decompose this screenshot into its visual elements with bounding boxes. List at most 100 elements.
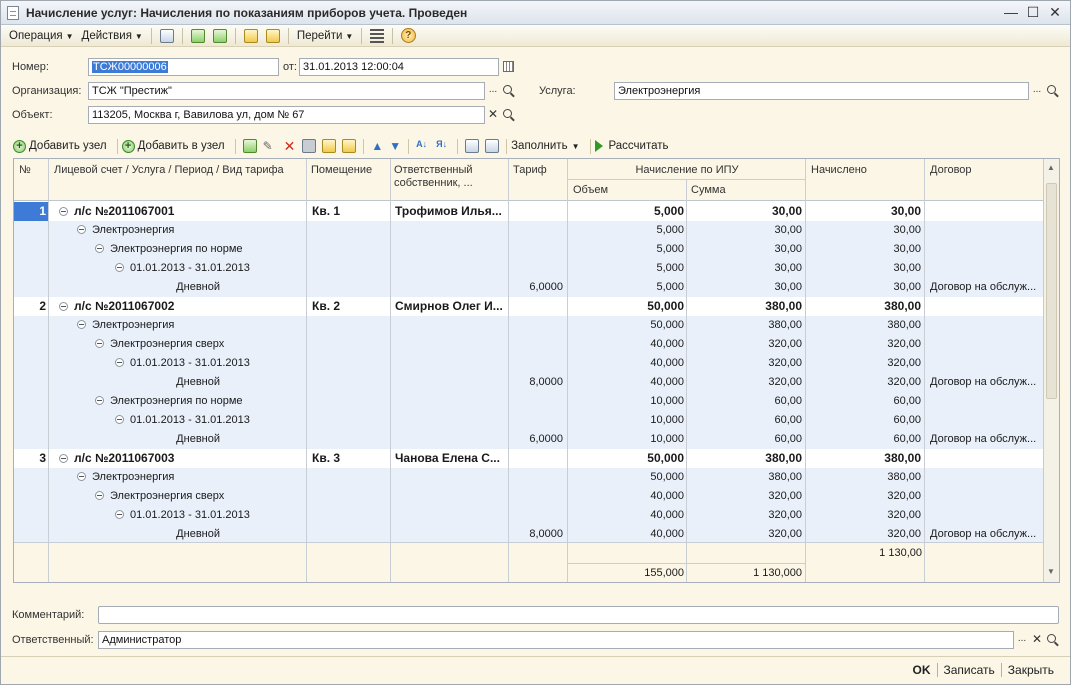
object-field[interactable]: 113205, Москва г, Вавилова ул, дом № 67: [88, 106, 485, 124]
table-row[interactable]: Дневной 6,0000 10,000 60,00 60,00 Договор на …: [14, 430, 1044, 449]
collapse-node-icon[interactable]: [77, 472, 86, 481]
vertical-scrollbar[interactable]: ▲ ▼: [1043, 159, 1059, 582]
header-owner[interactable]: Ответственный собственник, ...: [394, 164, 504, 190]
collapse-node-icon[interactable]: [59, 207, 68, 216]
table-row[interactable]: 1 л/с №2011067001 Кв. 1 Трофимов Илья... 5,0…: [14, 202, 1044, 221]
delete-icon[interactable]: ✕: [284, 138, 296, 155]
scroll-up-icon[interactable]: ▲: [1047, 163, 1055, 172]
unpost-document-icon[interactable]: [264, 27, 282, 45]
collapse-node-icon[interactable]: [115, 263, 124, 272]
table-row[interactable]: Электроэнергия по норме 5,000 30,00 30,00: [14, 240, 1044, 259]
row-tariff: [509, 221, 563, 240]
expand-icon[interactable]: [322, 139, 337, 153]
table-row[interactable]: Электроэнергия 5,000 30,00 30,00: [14, 221, 1044, 240]
ok-button[interactable]: OK: [907, 663, 937, 677]
add-row-icon[interactable]: [242, 139, 257, 153]
table-row[interactable]: 01.01.2013 - 31.01.2013 40,000 320,00 320,0…: [14, 354, 1044, 373]
object-search-icon[interactable]: [503, 109, 512, 118]
row-name: 01.01.2013 - 31.01.2013: [130, 509, 250, 521]
collapse-node-icon[interactable]: [77, 225, 86, 234]
post-and-close-icon[interactable]: [158, 27, 176, 45]
edit-pencil-icon[interactable]: ✎: [263, 139, 277, 153]
number-field[interactable]: ТСЖ00000006: [88, 58, 279, 76]
header-charged[interactable]: Начислено: [811, 164, 867, 176]
collapse-node-icon[interactable]: [115, 358, 124, 367]
close-window-button[interactable]: ✕: [1046, 3, 1064, 21]
table-row[interactable]: Электроэнергия сверх 40,000 320,00 320,00: [14, 487, 1044, 506]
organization-field[interactable]: ТСЖ "Престиж": [88, 82, 485, 100]
scroll-thumb[interactable]: [1046, 183, 1057, 399]
header-tariff[interactable]: Тариф: [513, 164, 547, 176]
toolbar-separator: [181, 27, 183, 44]
table-row[interactable]: 2 л/с №2011067002 Кв. 2 Смирнов Олег И... 50…: [14, 297, 1044, 316]
copy-icon[interactable]: [211, 27, 229, 45]
comment-field[interactable]: [98, 606, 1059, 624]
table-row[interactable]: Электроэнергия 50,000 380,00 380,00: [14, 468, 1044, 487]
organization-select-button[interactable]: ...: [486, 82, 500, 100]
table-row[interactable]: 3 л/с №2011067003 Кв. 3 Чанова Елена С... 50…: [14, 449, 1044, 468]
print-icon[interactable]: [465, 139, 480, 153]
header-volume[interactable]: Объем: [573, 184, 608, 196]
reread-icon[interactable]: [189, 27, 207, 45]
date-field[interactable]: 31.01.2013 12:00:04: [299, 58, 499, 76]
table-row[interactable]: 01.01.2013 - 31.01.2013 10,000 60,00 60,00: [14, 411, 1044, 430]
responsible-clear-icon[interactable]: ✕: [1030, 631, 1044, 649]
header-room[interactable]: Помещение: [311, 164, 372, 176]
help-icon[interactable]: ?: [399, 27, 417, 45]
operation-menu[interactable]: Операция ▼: [5, 30, 78, 42]
table-row[interactable]: Дневной 6,0000 5,000 30,00 30,00 Договор на о…: [14, 278, 1044, 297]
sort-asc-icon[interactable]: A↓: [416, 139, 430, 153]
object-clear-icon[interactable]: ✕: [486, 106, 500, 124]
responsible-field[interactable]: Администратор: [98, 631, 1014, 649]
collapse-node-icon[interactable]: [115, 510, 124, 519]
post-document-icon[interactable]: [242, 27, 260, 45]
fill-menu[interactable]: Заполнить ▼: [511, 140, 579, 152]
collapse-node-icon[interactable]: [115, 415, 124, 424]
move-up-icon[interactable]: ▲: [371, 139, 383, 153]
settings-icon[interactable]: [485, 139, 500, 153]
responsible-select-button[interactable]: ...: [1015, 631, 1029, 649]
table-row[interactable]: 01.01.2013 - 31.01.2013 5,000 30,00 30,00: [14, 259, 1044, 278]
sort-desc-icon[interactable]: Я↓: [436, 139, 450, 153]
move-down-icon[interactable]: ▼: [389, 139, 401, 153]
header-num[interactable]: №: [19, 164, 31, 176]
service-select-button[interactable]: ...: [1030, 82, 1044, 100]
calculate-button[interactable]: Рассчитать: [594, 140, 669, 152]
structure-icon[interactable]: [368, 27, 386, 45]
responsible-search-icon[interactable]: [1047, 634, 1056, 643]
scroll-down-icon[interactable]: ▼: [1047, 567, 1055, 576]
table-row[interactable]: Дневной 8,0000 40,000 320,00 320,00 Договор н…: [14, 373, 1044, 392]
add-to-node-button[interactable]: + Добавить в узел: [121, 139, 225, 153]
table-row[interactable]: Электроэнергия по норме 10,000 60,00 60,00: [14, 392, 1044, 411]
play-icon: [594, 140, 603, 152]
organization-search-icon[interactable]: [503, 85, 512, 94]
collapse-icon[interactable]: [342, 139, 357, 153]
row-sum: 60,00: [774, 433, 802, 445]
charges-table[interactable]: № Лицевой счет / Услуга / Период / Вид т…: [13, 158, 1060, 583]
actions-menu[interactable]: Действия ▼: [78, 30, 147, 42]
header-sum[interactable]: Сумма: [691, 184, 726, 196]
collapse-node-icon[interactable]: [95, 244, 104, 253]
collapse-node-icon[interactable]: [59, 302, 68, 311]
minimize-button[interactable]: —: [1002, 3, 1020, 21]
service-search-icon[interactable]: [1047, 85, 1056, 94]
save-button[interactable]: Записать: [938, 663, 1001, 677]
add-node-button[interactable]: + Добавить узел: [13, 139, 107, 153]
goto-menu[interactable]: Перейти ▼: [293, 30, 358, 42]
calendar-icon[interactable]: [503, 61, 514, 72]
service-field[interactable]: Электроэнергия: [614, 82, 1029, 100]
collapse-node-icon[interactable]: [59, 454, 68, 463]
table-row[interactable]: 01.01.2013 - 31.01.2013 40,000 320,00 320,0…: [14, 506, 1044, 525]
collapse-node-icon[interactable]: [95, 339, 104, 348]
end-edit-icon[interactable]: [302, 139, 317, 153]
close-button[interactable]: Закрыть: [1002, 663, 1060, 677]
collapse-node-icon[interactable]: [77, 320, 86, 329]
maximize-button[interactable]: ☐: [1024, 3, 1042, 21]
collapse-node-icon[interactable]: [95, 491, 104, 500]
header-account[interactable]: Лицевой счет / Услуга / Период / Вид тар…: [54, 164, 284, 176]
collapse-node-icon[interactable]: [95, 396, 104, 405]
header-ipu[interactable]: Начисление по ИПУ: [568, 164, 806, 176]
header-contract[interactable]: Договор: [930, 164, 972, 176]
table-row[interactable]: Электроэнергия сверх 40,000 320,00 320,00: [14, 335, 1044, 354]
table-row[interactable]: Электроэнергия 50,000 380,00 380,00: [14, 316, 1044, 335]
